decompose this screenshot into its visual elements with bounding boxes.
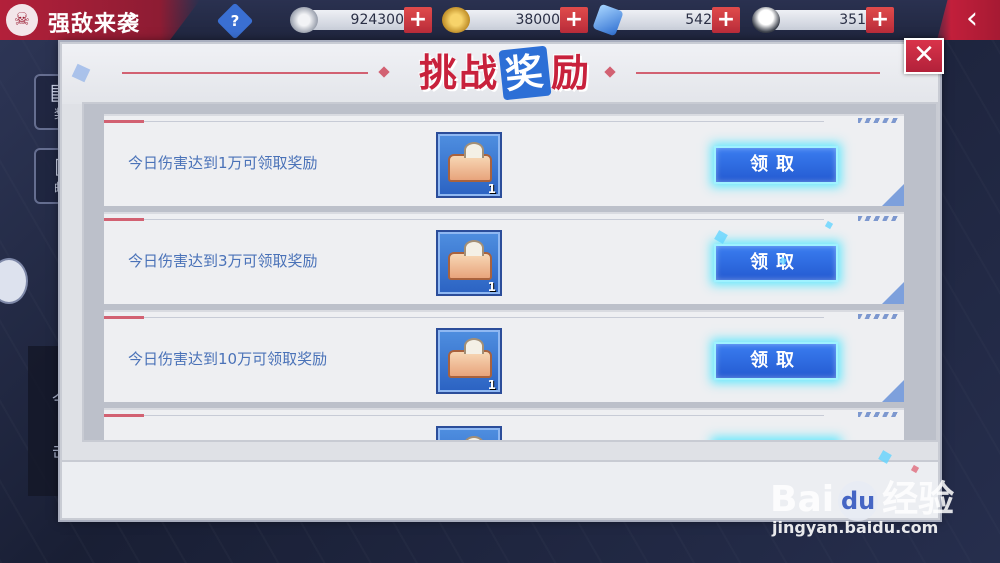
add-gold-button[interactable]: +: [560, 7, 588, 33]
back-button[interactable]: ‹: [937, 0, 1000, 40]
page-title: 强敌来袭: [48, 12, 141, 37]
chevron-left-icon: ‹: [966, 1, 978, 36]
item-quantity: 1: [487, 280, 496, 294]
item-quantity: 1: [487, 182, 496, 196]
resource-value: 38000: [515, 12, 560, 28]
watermark-logo: Bai du 经验: [770, 479, 955, 521]
header-diamond: [378, 66, 390, 78]
resource-riceball: 351 +: [752, 7, 894, 33]
claim-button[interactable]: 领取: [714, 146, 838, 184]
chest-icon: [448, 142, 492, 182]
header-divider: [122, 72, 368, 74]
question-icon[interactable]: ?: [216, 2, 254, 40]
claim-button[interactable]: [714, 440, 838, 442]
list-item: 今日伤害达到1万可领取奖励 1 领取: [104, 114, 904, 206]
top-bar: ☠ 强敌来袭 ? 924300 + 38000 + 542 + 351 + ‹: [0, 0, 1000, 40]
close-button[interactable]: ✕: [904, 38, 944, 74]
chest-item[interactable]: 1: [436, 132, 502, 198]
chest-icon: [448, 240, 492, 280]
claim-button[interactable]: 领取: [714, 342, 838, 380]
add-riceball-button[interactable]: +: [866, 7, 894, 33]
gold-coin-icon: [442, 7, 470, 33]
add-crystal-button[interactable]: +: [712, 7, 740, 33]
resource-gold: 38000 +: [442, 7, 588, 33]
crystal-icon: [592, 3, 624, 37]
decor-square: [71, 63, 91, 83]
chest-item[interactable]: 1: [436, 328, 502, 394]
silver-coin-icon: [290, 7, 318, 33]
reward-condition: 今日伤害达到10万可领取奖励: [128, 350, 328, 368]
resource-silver: 924300 +: [290, 7, 432, 33]
reward-dialog: 挑战奖励 ✕ 今日伤害达到1万可领取奖励 1 领取 今日伤害达到3万可领取奖励: [60, 38, 944, 520]
reward-condition: 今日伤害达到3万可领取奖励: [128, 252, 318, 270]
resource-value: 924300: [350, 12, 404, 28]
add-silver-button[interactable]: +: [404, 7, 432, 33]
header-divider: [636, 72, 880, 74]
claim-button[interactable]: 领取: [714, 244, 838, 282]
close-icon: ✕: [913, 40, 935, 70]
reward-list[interactable]: 今日伤害达到1万可领取奖励 1 领取 今日伤害达到3万可领取奖励 1 领取 今日…: [82, 102, 938, 442]
skull-icon: ☠: [6, 4, 38, 36]
side-panel: 今 击: [28, 346, 68, 496]
chest-icon: [448, 338, 492, 378]
rice-ball-icon: [752, 7, 780, 33]
chest-item[interactable]: [436, 426, 502, 440]
paw-icon: du: [838, 481, 879, 521]
resource-crystal: 542 +: [592, 3, 740, 37]
resource-value: 542: [685, 12, 712, 28]
item-quantity: 1: [487, 378, 496, 392]
watermark-url: jingyan.baidu.com: [772, 518, 939, 537]
resource-value: 351: [839, 12, 866, 28]
chest-item[interactable]: 1: [436, 230, 502, 296]
dialog-title: 挑战奖励: [400, 45, 610, 101]
reward-condition: 今日伤害达到1万可领取奖励: [128, 154, 318, 172]
dialog-header: 挑战奖励: [62, 44, 938, 104]
list-item: [104, 408, 904, 442]
list-item: 今日伤害达到10万可领取奖励 1 领取: [104, 310, 904, 402]
